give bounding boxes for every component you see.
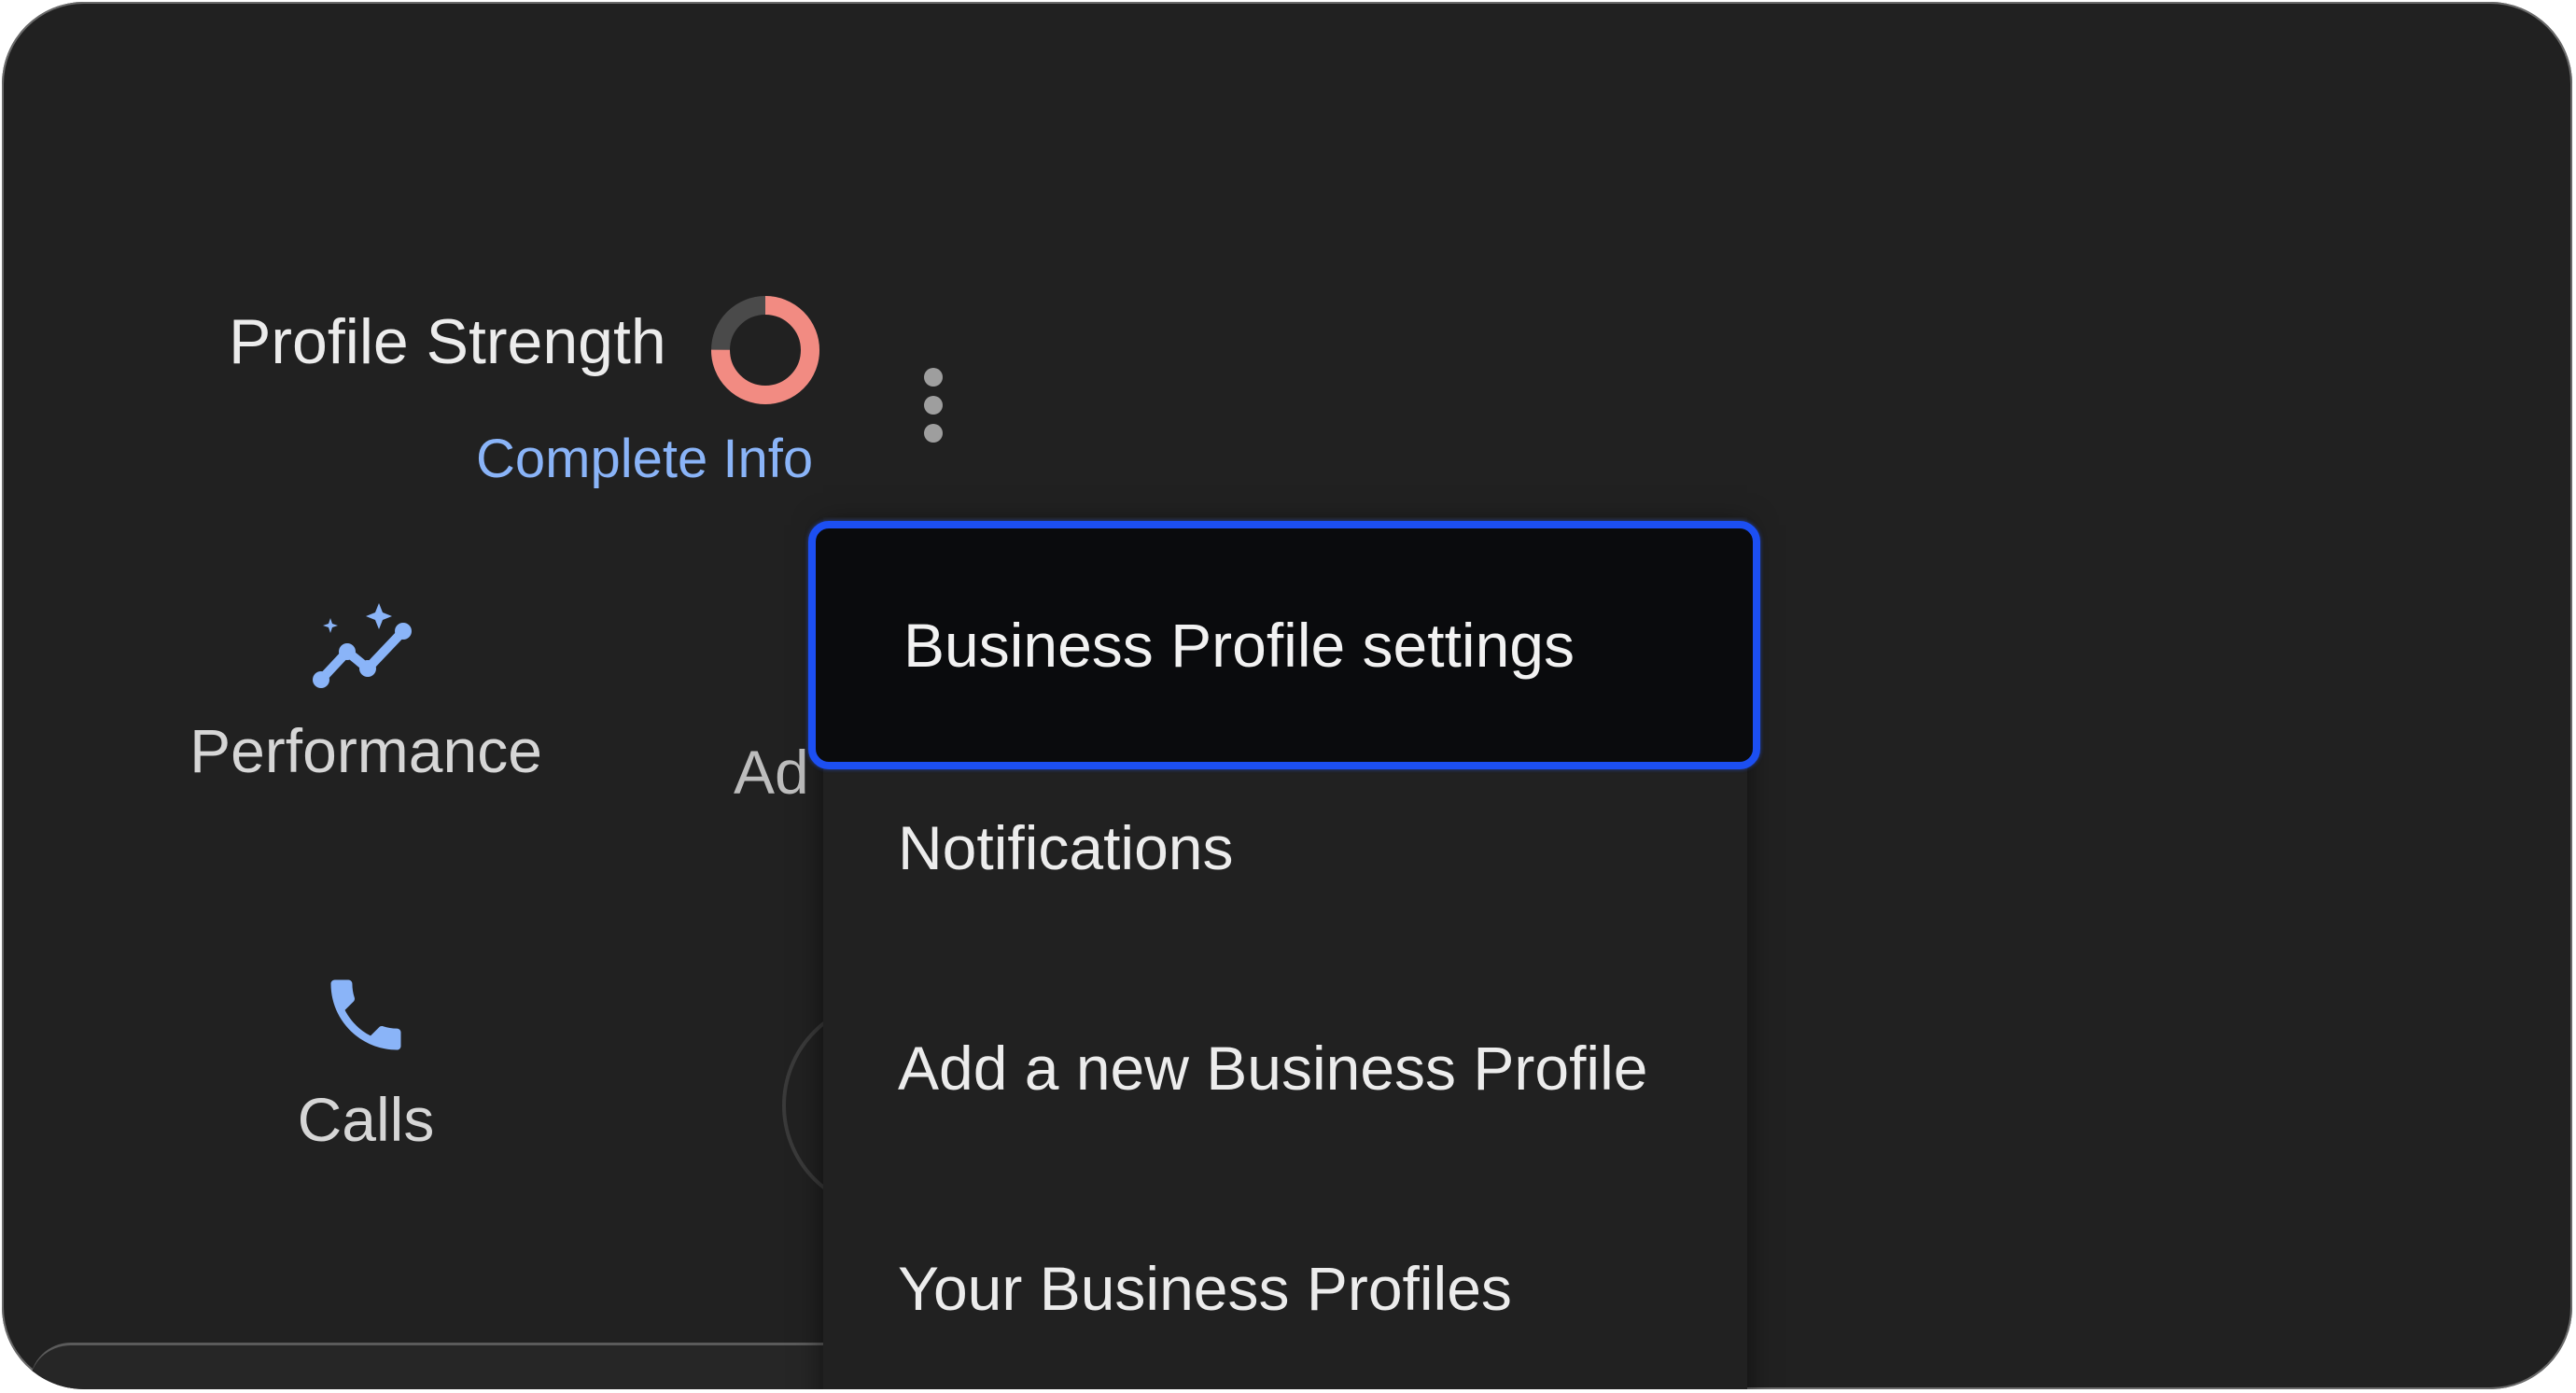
- phone-icon: [330, 979, 401, 1050]
- menu-item-add-business-profile[interactable]: Add a new Business Profile: [823, 958, 1747, 1178]
- menu-item-label: Add a new Business Profile: [898, 1034, 1648, 1103]
- menu-item-label: Notifications: [898, 813, 1234, 882]
- menu-item-label: Your Business Profiles: [898, 1254, 1512, 1323]
- ad-tile-label[interactable]: Ad: [734, 737, 809, 808]
- more-vert-icon[interactable]: [907, 355, 959, 456]
- complete-info-link[interactable]: Complete Info: [476, 428, 813, 490]
- menu-item-notifications[interactable]: Notifications: [823, 738, 1747, 958]
- profile-strength-label: Profile Strength: [229, 306, 666, 377]
- app-panel: Profile Strength Complete Info Performan…: [2, 2, 2572, 1389]
- performance-tile[interactable]: Performance: [151, 599, 581, 786]
- performance-label: Performance: [189, 716, 542, 785]
- insights-icon: [313, 603, 412, 688]
- profile-strength-ring-icon: [711, 296, 819, 404]
- screenshot-frame: Profile Strength Complete Info Performan…: [0, 0, 2576, 1393]
- menu-item-label: Business Profile settings: [903, 611, 1575, 680]
- calls-label: Calls: [297, 1085, 435, 1154]
- menu-item-your-business-profiles[interactable]: Your Business Profiles: [823, 1178, 1747, 1389]
- menu-item-business-profile-settings[interactable]: Business Profile settings: [808, 521, 1760, 769]
- calls-tile[interactable]: Calls: [207, 968, 525, 1155]
